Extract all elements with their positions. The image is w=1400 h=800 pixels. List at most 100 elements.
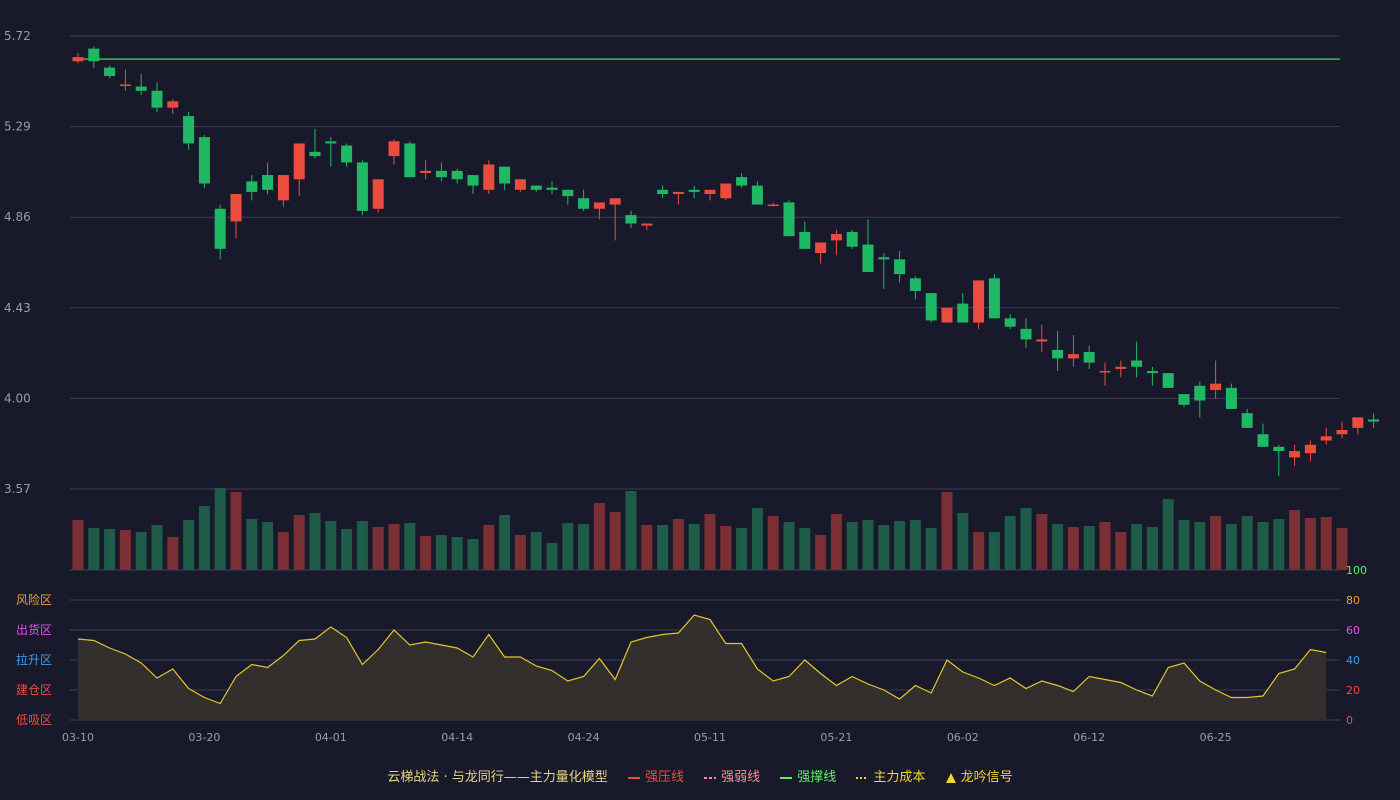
volume-bar <box>1052 524 1064 570</box>
volume-bar <box>1162 499 1174 570</box>
candle-body <box>262 175 274 190</box>
volume-bar <box>941 492 953 570</box>
volume-bar <box>356 521 368 570</box>
volume-bar <box>1210 516 1222 570</box>
volume-bar <box>325 521 337 570</box>
legend-item-cost[interactable]: 主力成本 <box>856 766 925 785</box>
candle-body <box>957 303 969 323</box>
oscillator-tick-label: 40 <box>1346 654 1360 667</box>
volume-bar <box>293 515 305 570</box>
cost-line-marker-icon <box>856 776 869 779</box>
candle-body <box>388 141 400 157</box>
candle-body <box>246 181 258 192</box>
zone-label: 出货区 <box>16 622 52 637</box>
date-tick-label: 03-20 <box>188 731 220 744</box>
candle-body <box>672 191 684 195</box>
volume-bar <box>736 528 748 570</box>
candle-body <box>530 185 542 190</box>
volume-bar <box>1115 532 1127 570</box>
candle-body <box>1257 434 1269 447</box>
volume-bar <box>435 535 447 570</box>
volume-bar <box>846 522 858 570</box>
price-tick-label: 4.00 <box>4 391 31 405</box>
candle-body <box>751 185 763 205</box>
zone-label: 低吸区 <box>16 713 52 727</box>
volume-bar <box>214 488 226 570</box>
candle-body <box>925 293 937 321</box>
volume-bar <box>135 532 147 570</box>
volume-bar <box>451 537 463 570</box>
candle-body <box>119 84 131 86</box>
volume-bar <box>1036 514 1048 570</box>
candle-body <box>846 231 858 247</box>
volume-bar <box>341 529 353 570</box>
candle-body <box>214 208 226 249</box>
volume-bar <box>167 537 179 570</box>
legend-title: 云梯战法 · 与龙同行——主力量化模型 <box>387 770 608 785</box>
volume-bar <box>1083 526 1095 570</box>
volume-bar <box>1194 522 1206 570</box>
volume-bar <box>878 525 890 570</box>
volume-bar <box>1004 516 1016 570</box>
candle-body <box>183 116 195 144</box>
date-tick-label: 06-25 <box>1200 731 1232 744</box>
volume-bar <box>688 524 700 570</box>
volume-bar <box>751 508 763 570</box>
candle-body <box>198 137 210 184</box>
legend-item-signal[interactable]: 龙吟信号 <box>945 766 1013 785</box>
oscillator-tick-label: 20 <box>1346 684 1360 697</box>
candle-body <box>862 244 874 272</box>
candle-body <box>941 307 953 323</box>
resistance-line-marker-icon <box>627 776 640 779</box>
date-tick-label: 05-11 <box>694 731 726 744</box>
volume-bar <box>641 525 653 570</box>
candle-body <box>372 179 384 209</box>
candle-body <box>1352 417 1364 428</box>
legend-item-strength[interactable]: 强弱线 <box>704 766 760 785</box>
candle-body <box>404 143 416 178</box>
candle-body <box>1083 352 1095 363</box>
volume-bar <box>799 528 811 570</box>
volume-bar <box>1020 508 1032 570</box>
candle-body <box>783 202 795 237</box>
candle-body <box>499 166 511 184</box>
volume-bar <box>973 532 985 570</box>
legend-item-support[interactable]: 强撑线 <box>780 766 836 785</box>
oscillator-tick-label: 0 <box>1346 714 1353 727</box>
candle-body <box>546 187 558 190</box>
oscillator-tick-label: 60 <box>1346 624 1360 637</box>
volume-bar <box>830 514 842 570</box>
candle-body <box>230 194 242 222</box>
candle-body <box>104 67 116 77</box>
candle-body <box>1304 444 1316 454</box>
volume-bar <box>925 528 937 570</box>
candle-body <box>1320 436 1332 441</box>
volume-bar <box>404 523 416 570</box>
volume-bar <box>119 530 131 570</box>
support-line-marker-icon <box>780 776 793 779</box>
candlestick-chart: 5.72 5.29 4.86 4.43 4.00 3.57 100 80 60 40 20 0 风险区出… <box>4 29 1380 744</box>
date-tick-label: 04-01 <box>315 731 347 744</box>
volume-bar <box>246 519 258 570</box>
candle-body <box>341 145 353 163</box>
candle-body <box>988 278 1000 319</box>
candle-body <box>704 189 716 195</box>
volume-bar <box>1178 520 1190 570</box>
zone-label: 建仓区 <box>16 683 52 697</box>
candle-body <box>135 86 147 91</box>
candle-body <box>1131 360 1143 367</box>
candle-body <box>483 164 495 190</box>
zone-label: 风险区 <box>16 592 52 607</box>
candle-body <box>1225 387 1237 409</box>
candle-body <box>562 189 574 197</box>
legend-item-resistance[interactable]: 强压线 <box>627 766 684 785</box>
candle-body <box>1115 366 1127 369</box>
candle-body <box>1004 318 1016 327</box>
volume-bar <box>388 524 400 570</box>
candle-body <box>72 57 84 62</box>
volume-bar <box>277 532 289 570</box>
candle-body <box>894 259 906 275</box>
oscillator-tick-label: 100 <box>1346 564 1367 577</box>
candle-body <box>325 141 337 144</box>
candle-body <box>909 278 921 291</box>
